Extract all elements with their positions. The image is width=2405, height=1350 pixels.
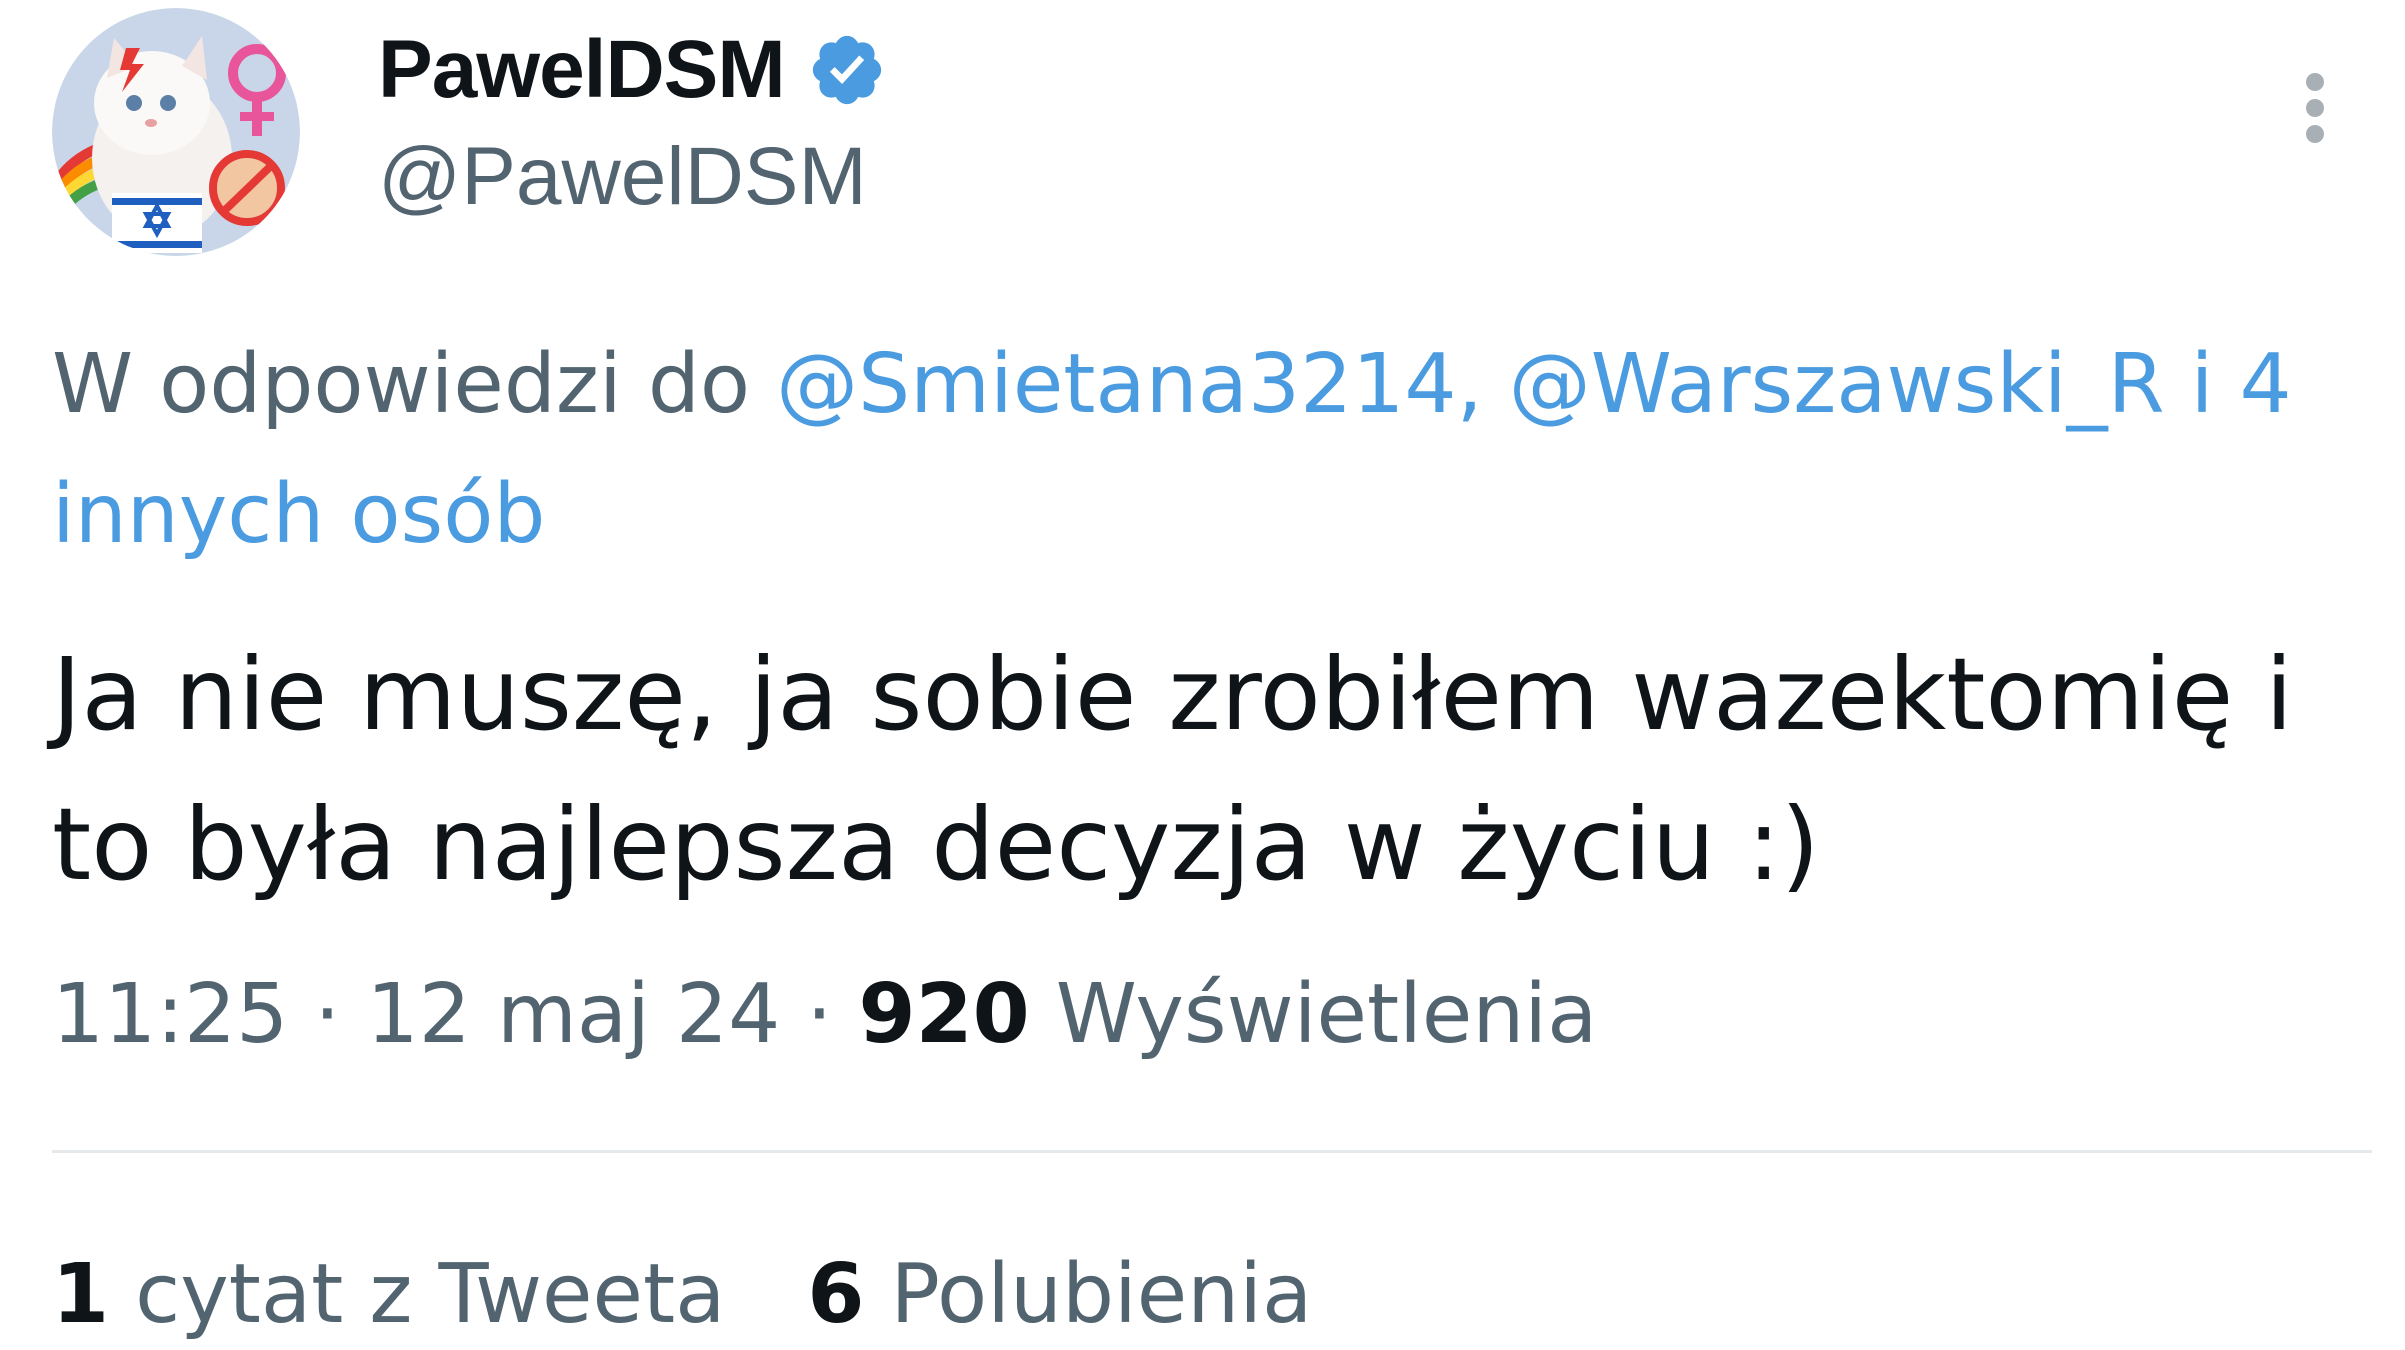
meta-separator: · [314, 967, 341, 1062]
meta-separator-2: · [806, 967, 833, 1062]
divider [52, 1150, 2372, 1153]
verified-badge-icon [807, 30, 887, 110]
reply-mention-smietana[interactable]: @Smietana3214, [776, 337, 1483, 432]
tweet-text: Ja nie muszę, ja sobie zrobiłem wazektom… [52, 636, 2293, 903]
quotes-stat[interactable]: 1 cytat z Tweeta [52, 1240, 725, 1350]
more-options-icon-dot-3 [2306, 125, 2324, 143]
more-options-icon-dot-2 [2306, 99, 2324, 117]
avatar[interactable] [52, 8, 300, 256]
reply-prefix: W odpowiedzi do [52, 337, 751, 432]
likes-stat[interactable]: 6 Polubienia [807, 1240, 1312, 1350]
author-handle[interactable]: @PawelDSM [378, 130, 867, 224]
quotes-label: cytat z Tweeta [135, 1247, 726, 1342]
tweet-date[interactable]: 12 maj 24 [367, 967, 781, 1062]
avatar-image [52, 8, 300, 256]
reply-mention-warszawski[interactable]: @Warszawski_R [1509, 337, 2165, 432]
tweet-time[interactable]: 11:25 [52, 967, 288, 1062]
more-options-button[interactable] [2280, 58, 2350, 158]
reply-context: W odpowiedzi do @Smietana3214, @Warszaws… [52, 320, 2382, 580]
quotes-count: 1 [52, 1247, 110, 1342]
engagement-stats: 1 cytat z Tweeta 6 Polubienia [52, 1240, 1394, 1350]
views-count: 920 [858, 967, 1030, 1062]
likes-label: Polubienia [890, 1247, 1313, 1342]
display-name[interactable]: PawelDSM [378, 23, 786, 117]
more-options-icon [2306, 73, 2324, 91]
tweet-meta: 11:25 · 12 maj 24 · 920 Wyświetlenia [52, 960, 1597, 1070]
likes-count: 6 [807, 1247, 865, 1342]
views-label: Wyświetlenia [1055, 967, 1598, 1062]
author-row: PawelDSM [378, 20, 887, 120]
